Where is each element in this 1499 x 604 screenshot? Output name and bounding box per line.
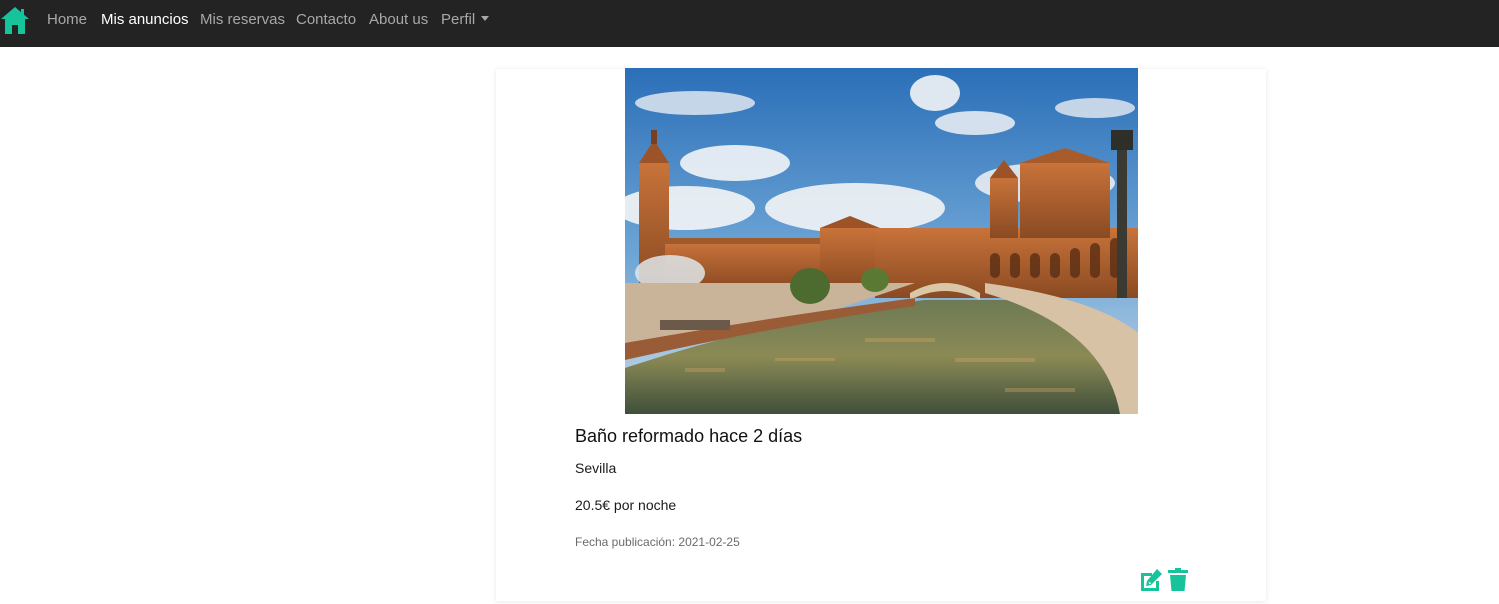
profile-dropdown-label: Perfil [441, 11, 476, 28]
profile-dropdown[interactable]: Perfil [441, 11, 490, 29]
nav-link-about-us[interactable]: About us [369, 11, 428, 29]
listing-publication-date: Fecha publicación: 2021-02-25 [575, 535, 740, 549]
top-navbar: Home Mis anuncios Mis reservas Contacto … [0, 0, 1499, 47]
nav-link-home[interactable]: Home [47, 11, 87, 29]
listing-title: Baño reformado hace 2 días [575, 426, 803, 446]
listing-price: 20.5€ por noche [575, 497, 677, 513]
nav-link-mis-reservas[interactable]: Mis reservas [200, 11, 285, 29]
trash-icon[interactable] [1165, 567, 1191, 593]
nav-link-contacto[interactable]: Contacto [296, 11, 356, 29]
listing-image [625, 68, 1138, 414]
listing-card: Baño reformado hace 2 días Sevilla 20.5€… [496, 68, 1266, 601]
chevron-down-icon [481, 16, 490, 21]
listing-city: Sevilla [575, 460, 617, 476]
home-icon[interactable] [0, 5, 30, 35]
nav-link-mis-anuncios[interactable]: Mis anuncios [101, 11, 189, 29]
edit-icon[interactable] [1138, 567, 1164, 593]
